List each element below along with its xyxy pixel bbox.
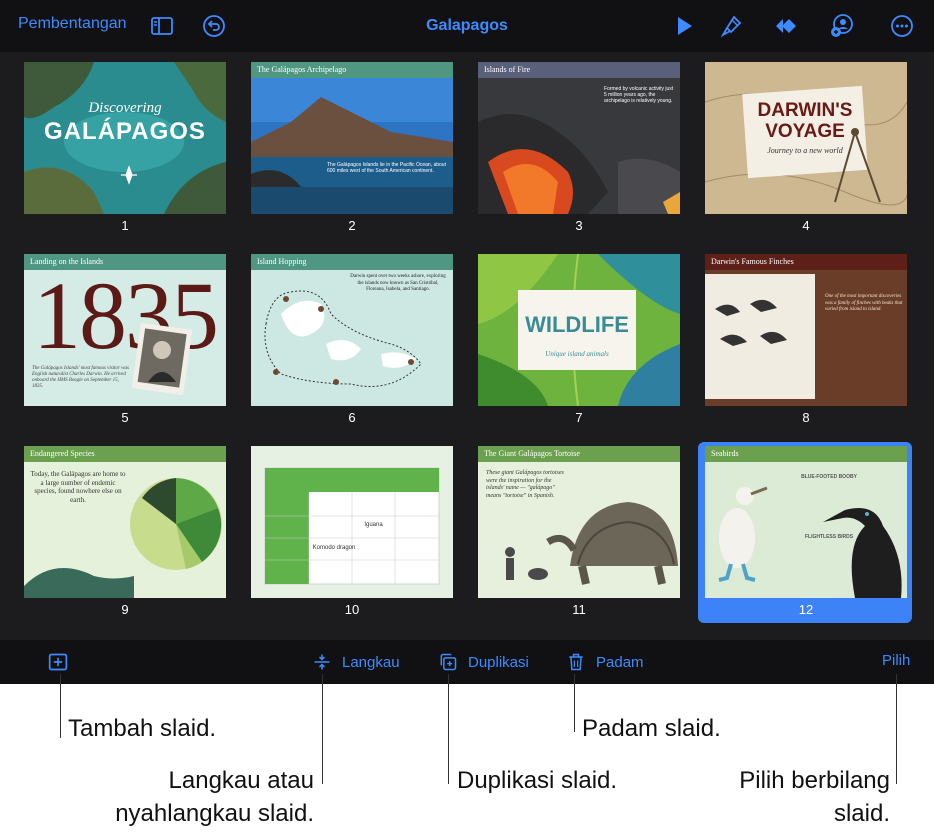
slide-label: FLIGHTLESS BIRDS — [804, 534, 854, 540]
skip-label: Langkau — [342, 653, 400, 671]
skip-icon — [314, 654, 330, 670]
slide-bullet: The Galápagos Islands lie in the Pacific… — [327, 162, 446, 174]
slide-number: 2 — [348, 218, 356, 233]
slide-preview: Seabirds BLUE-FOOTED BOOBY FLIGHTLESS BI… — [705, 446, 907, 598]
skip-button[interactable]: Langkau — [312, 652, 400, 672]
slide-number: 10 — [344, 602, 360, 617]
slide-number: 11 — [572, 602, 586, 617]
top-bar: Pembentangan Galapagos — [0, 0, 934, 52]
slide-preview: Discovering GALÁPAGOS — [24, 62, 226, 214]
callout-select-line2: slaid. — [833, 800, 890, 827]
keynote-app: Pembentangan Galapagos Discovering GALÁP… — [0, 0, 934, 684]
slide-preview: Islands of Fire Formed by volcanic activ… — [478, 62, 680, 214]
slide-title: Darwin's Famous Finches — [705, 254, 907, 270]
callout-leader-skip — [322, 674, 323, 784]
slide-preview: Endangered Species Today, the Galápagos … — [24, 446, 226, 598]
duplicate-label: Duplikasi — [468, 653, 529, 671]
slide-number: 5 — [121, 410, 129, 425]
slide-preview: Island Hopping Darwin spent over two wee… — [251, 254, 453, 406]
slide-caption: The Galápagos Islands' most famous visit… — [32, 366, 129, 389]
collaborate-icon[interactable] — [828, 12, 856, 40]
slide-navigator-grid: Discovering GALÁPAGOS 1 The Galápagos Ar… — [0, 52, 934, 640]
sidebar-icon[interactable] — [148, 12, 176, 40]
slide-title: Islands of Fire — [478, 62, 680, 78]
slide-number: 7 — [575, 410, 583, 425]
trash-icon — [569, 653, 583, 671]
slide-preview: Iguana Komodo dragon — [251, 446, 453, 598]
callout-leader-delete — [574, 674, 575, 732]
slide-number: 3 — [575, 218, 583, 233]
callout-skip-line2: nyahlangkau slaid. — [115, 800, 314, 827]
duplicate-icon — [440, 653, 457, 671]
slide-text: Darwin spent over two weeks ashore, expl… — [350, 274, 446, 292]
slide-label: BLUE-FOOTED BOOBY — [801, 474, 857, 480]
format-brush-icon[interactable] — [718, 12, 746, 40]
select-label: Pilih — [882, 652, 911, 669]
slide-preview: Darwin's Famous Finches One of the most … — [705, 254, 907, 406]
bottom-toolbar: Langkau Duplikasi Padam Pilih — [0, 640, 934, 684]
play-icon[interactable] — [670, 12, 698, 40]
callout-delete-slide: Padam slaid. — [582, 715, 721, 742]
slide-text: Formed by volcanic activity just 5 milli… — [604, 86, 674, 104]
animate-icon[interactable] — [772, 12, 800, 40]
slide-title: DARWIN'S VOYAGE — [757, 100, 853, 142]
add-slide-button[interactable] — [48, 652, 78, 672]
slide-title: WILDLIFE — [525, 312, 629, 337]
slide-subtitle: Unique island animals — [545, 350, 609, 358]
slide-number: 9 — [121, 602, 129, 617]
slide-number: 4 — [802, 218, 810, 233]
slide-number: 12 — [798, 602, 814, 617]
more-icon[interactable] — [888, 12, 916, 40]
delete-label: Padam — [596, 653, 644, 671]
select-button[interactable]: Pilih — [882, 652, 910, 669]
callout-skip-line1: Langkau atau — [168, 767, 314, 794]
slide-preview: DARWIN'S VOYAGE Journey to a new world — [705, 62, 907, 214]
table-cell: Iguana — [364, 522, 383, 528]
callout-leader-select — [896, 674, 897, 784]
delete-button[interactable]: Padam — [566, 652, 644, 672]
undo-icon[interactable] — [200, 12, 228, 40]
slide-text: One of the most important discoveries wa… — [825, 294, 903, 312]
callout-leader-duplicate — [448, 674, 449, 784]
add-slide-icon — [48, 653, 68, 671]
slide-subtitle: Journey to a new world — [767, 146, 843, 155]
slide-preview: WILDLIFE Unique island animals — [478, 254, 680, 406]
slide-preview: The Galápagos Archipelago The Galápagos … — [251, 62, 453, 214]
callout-add-slide: Tambah slaid. — [68, 715, 217, 742]
slide-number: 1 — [121, 218, 129, 233]
slide-big-title: GALÁPAGOS — [44, 118, 206, 145]
callout-leader-add — [60, 674, 61, 738]
slide-number: 6 — [348, 410, 356, 425]
slide-title: The Galápagos Archipelago — [251, 62, 453, 78]
slide-preview: The Giant Galápagos Tortoise These giant… — [478, 446, 680, 598]
slide-title: Discovering — [88, 100, 162, 116]
slide-number: 8 — [802, 410, 810, 425]
slide-preview: Landing on the Islands 1835 The Galápago… — [24, 254, 226, 406]
presentations-button[interactable]: Pembentangan — [18, 15, 127, 33]
callout-duplicate-slide: Duplikasi slaid. — [457, 767, 618, 794]
callout-select-line1: Pilih berbilang — [739, 767, 890, 794]
duplicate-button[interactable]: Duplikasi — [438, 652, 529, 672]
table-cell: Komodo dragon — [312, 545, 356, 551]
